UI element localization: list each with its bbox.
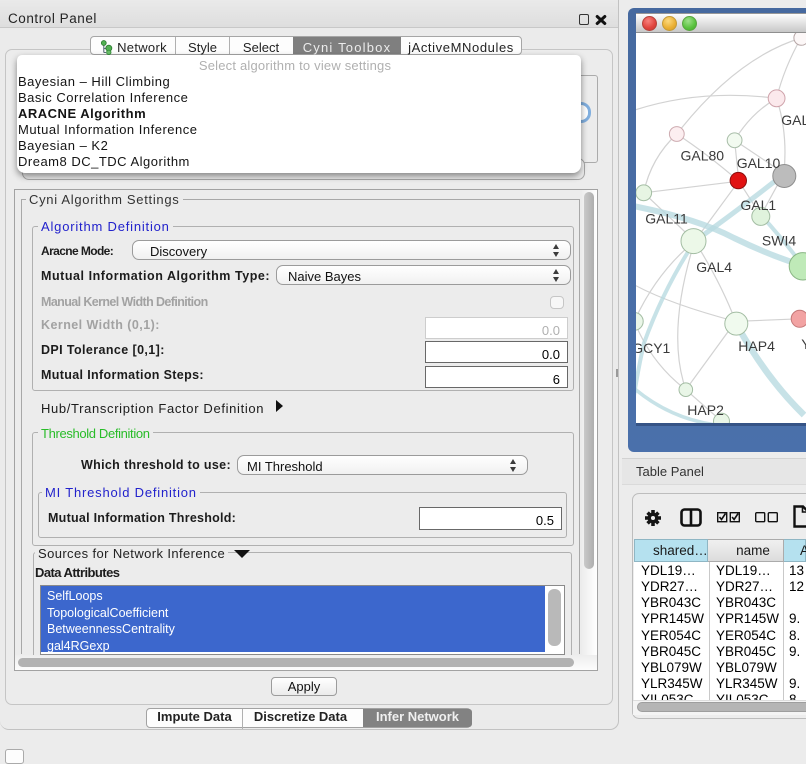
svg-text:HAP2: HAP2 [687, 402, 724, 418]
svg-text:HAP4: HAP4 [738, 338, 775, 354]
svg-text:GAL4: GAL4 [696, 259, 732, 275]
svg-text:GAL11: GAL11 [645, 211, 688, 227]
svg-text:GAL1: GAL1 [740, 197, 776, 213]
svg-text:GAL7: GAL7 [781, 112, 806, 128]
svg-text:GAL80: GAL80 [681, 148, 725, 164]
svg-text:GAL10: GAL10 [737, 155, 781, 171]
svg-text:GCY1: GCY1 [636, 340, 671, 356]
svg-text:SWI4: SWI4 [762, 233, 796, 249]
svg-text:Y: Y [801, 336, 806, 352]
